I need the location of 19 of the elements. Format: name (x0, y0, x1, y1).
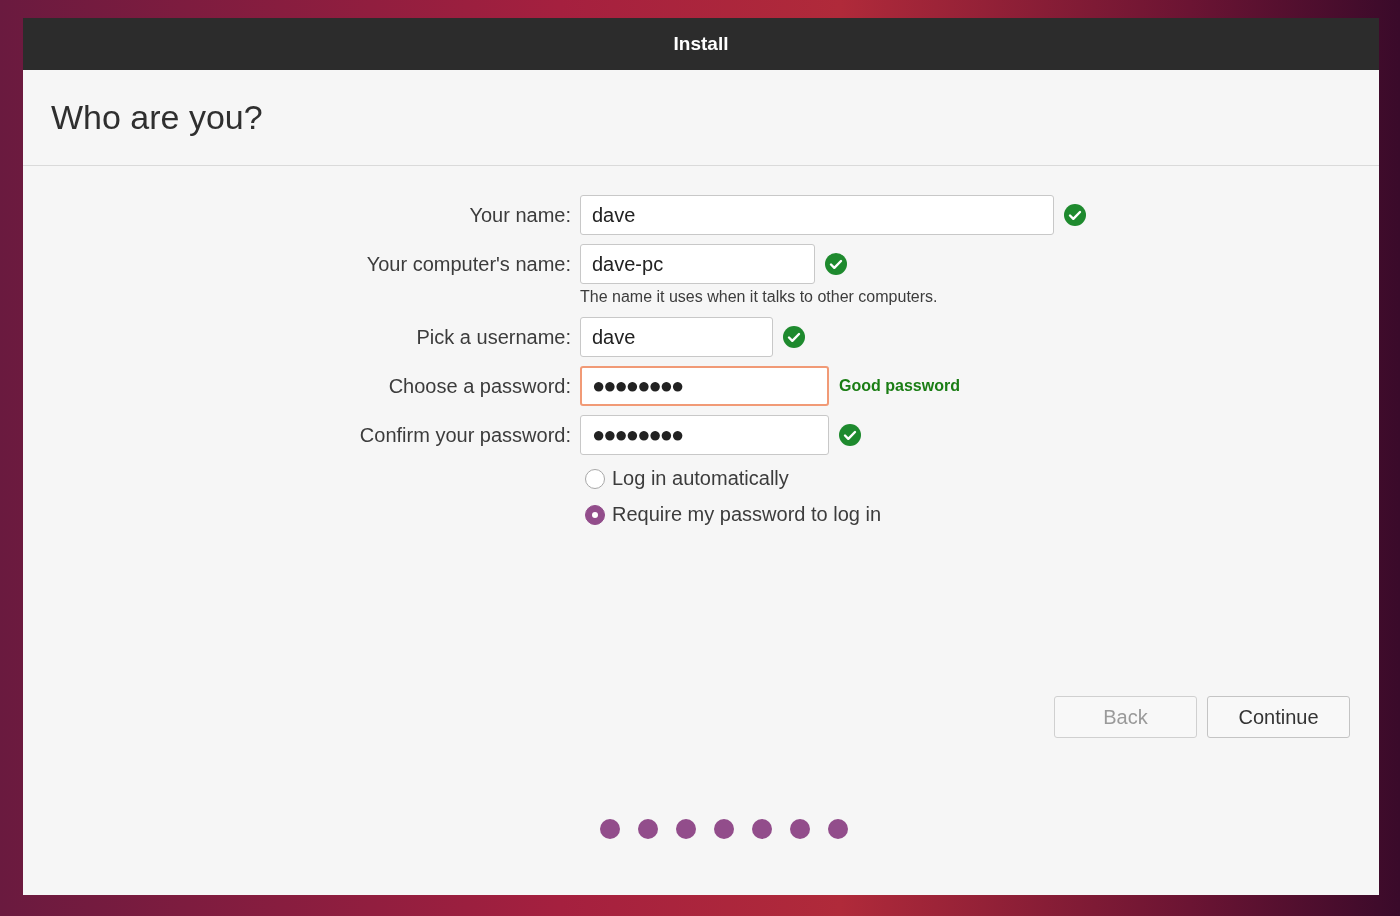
password-field[interactable]: ●●●●●●●● (580, 366, 829, 406)
window-title: Install (673, 33, 729, 55)
wizard-button[interactable]: Continue (1207, 696, 1350, 738)
text-field[interactable]: dave (580, 317, 773, 357)
password-field[interactable]: ●●●●●●●● (580, 415, 829, 455)
radio-button[interactable] (585, 504, 605, 525)
text-field[interactable]: dave (580, 195, 1054, 235)
password-strength: Good password (839, 377, 960, 395)
radio-label[interactable]: Log in automatically (612, 467, 789, 490)
field-hint: The name it uses when it talks to other computers. (580, 288, 939, 306)
field-label: Choose a password: (387, 374, 571, 398)
field-label: Confirm your password: (358, 423, 571, 447)
field-label: Your computer's name: (365, 252, 571, 276)
text-field[interactable]: dave-pc (580, 244, 815, 284)
page-title: Who are you? (51, 98, 263, 137)
radio-label[interactable]: Require my password to log in (612, 503, 881, 526)
radio-button[interactable] (585, 468, 605, 489)
field-label: Pick a username: (415, 325, 571, 349)
field-label: Your name: (468, 203, 571, 227)
